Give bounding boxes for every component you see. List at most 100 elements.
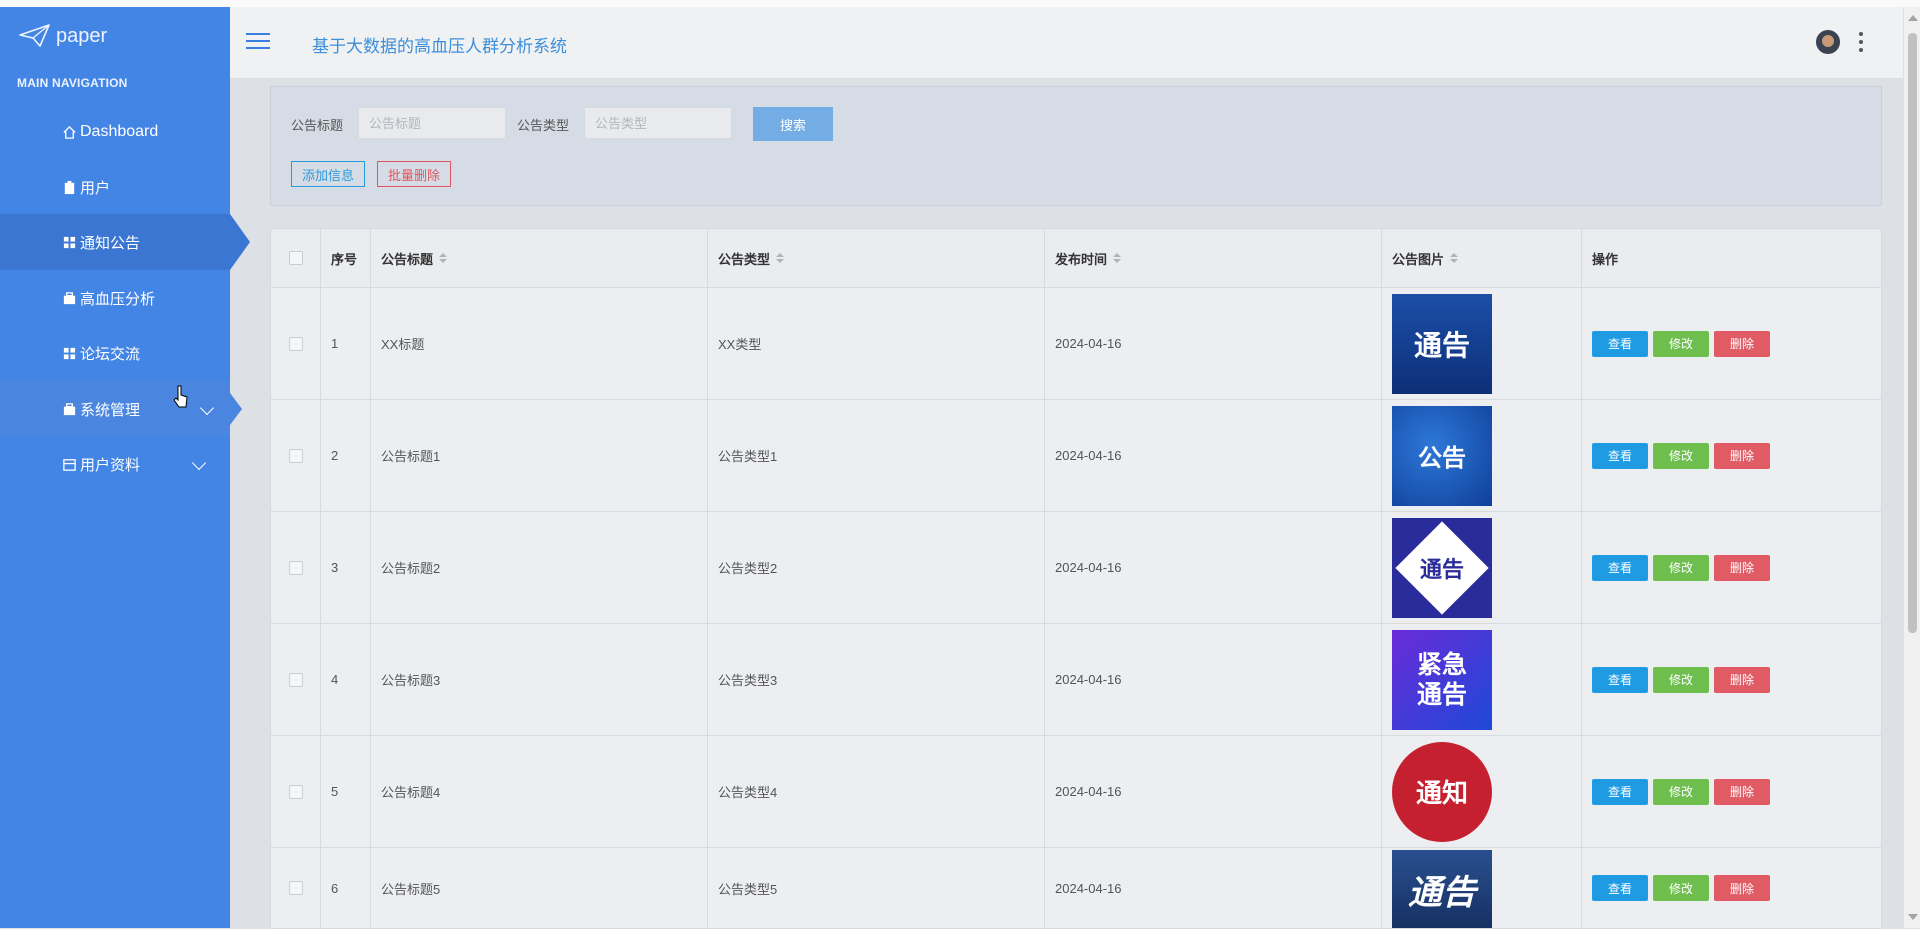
type-filter-input[interactable]: [584, 107, 732, 139]
row-image-cell: 公告: [1382, 400, 1582, 511]
brand-name: paper: [56, 24, 108, 47]
edit-button[interactable]: 修改: [1653, 875, 1709, 901]
search-button[interactable]: 搜索: [753, 107, 833, 141]
edit-button[interactable]: 修改: [1653, 442, 1709, 469]
row-select-cell: [271, 848, 321, 928]
delete-button[interactable]: 删除: [1714, 666, 1770, 693]
row-checkbox[interactable]: [288, 672, 303, 687]
notice-table: 序号 公告标题 公告类型 发布时间 公告图片 操作 1 XX标题 XX类型 20…: [270, 228, 1882, 929]
sidebar: paper MAIN NAVIGATION Dashboard 用户 通知公告 …: [0, 7, 250, 928]
search-panel: 公告标题 公告类型 搜索 添加信息 批量删除: [270, 86, 1882, 206]
row-checkbox[interactable]: [288, 448, 303, 463]
grid-icon: [63, 347, 76, 359]
batch-delete-button[interactable]: 批量删除: [377, 161, 452, 187]
column-header-type[interactable]: 公告类型: [708, 229, 1045, 287]
title-filter-input[interactable]: [358, 107, 506, 139]
view-button[interactable]: 查看: [1592, 778, 1648, 805]
row-title: 公告标题3: [371, 624, 708, 735]
delete-button[interactable]: 删除: [1714, 778, 1770, 805]
row-checkbox[interactable]: [288, 336, 303, 351]
notice-image[interactable]: 通告: [1392, 850, 1492, 928]
brand-logo[interactable]: paper: [18, 23, 107, 49]
row-type: 公告类型5: [708, 848, 1045, 928]
row-actions: 查看 修改 删除: [1582, 624, 1881, 735]
sidebar-item-system-management[interactable]: 系统管理: [0, 381, 242, 437]
avatar[interactable]: [1816, 30, 1840, 54]
view-button[interactable]: 查看: [1592, 442, 1648, 469]
row-type: 公告类型1: [708, 400, 1045, 511]
delete-button[interactable]: 删除: [1714, 554, 1770, 581]
select-all-checkbox[interactable]: [288, 251, 303, 265]
edit-button[interactable]: 修改: [1653, 554, 1709, 581]
row-index: 4: [321, 624, 371, 735]
row-date: 2024-04-16: [1045, 288, 1382, 399]
row-date: 2024-04-16: [1045, 400, 1382, 511]
row-checkbox[interactable]: [288, 784, 303, 799]
delete-button[interactable]: 删除: [1714, 442, 1770, 469]
row-actions: 查看 修改 删除: [1582, 736, 1881, 847]
view-button[interactable]: 查看: [1592, 666, 1648, 693]
row-checkbox[interactable]: [288, 881, 303, 895]
grid-icon: [63, 236, 76, 248]
row-title: 公告标题2: [371, 512, 708, 623]
more-options-icon[interactable]: [1858, 32, 1864, 52]
row-actions: 查看 修改 删除: [1582, 288, 1881, 399]
scrollbar-thumb[interactable]: [1908, 33, 1917, 633]
column-header-title[interactable]: 公告标题: [371, 229, 708, 287]
chevron-down-icon: [199, 400, 215, 416]
column-header-index: 序号: [321, 229, 371, 287]
sidebar-item-dashboard[interactable]: Dashboard: [0, 104, 230, 160]
sidebar-item-user-profile[interactable]: 用户资料: [0, 436, 230, 492]
column-header-label: 公告标题: [381, 251, 434, 267]
row-index: 5: [321, 736, 371, 847]
row-title: 公告标题5: [371, 848, 708, 928]
edit-button[interactable]: 修改: [1653, 666, 1709, 693]
menu-toggle-icon[interactable]: [246, 33, 270, 51]
table-row: 1 XX标题 XX类型 2024-04-16 通告 查看 修改 删除: [271, 288, 1881, 400]
top-header: 基于大数据的高血压人群分析系统: [230, 7, 1903, 79]
briefcase-icon: [63, 402, 76, 415]
view-button[interactable]: 查看: [1592, 330, 1648, 357]
row-type: 公告类型3: [708, 624, 1045, 735]
table-header-row: 序号 公告标题 公告类型 发布时间 公告图片 操作: [271, 229, 1881, 288]
table-row: 2 公告标题1 公告类型1 2024-04-16 公告 查看 修改 删除: [271, 400, 1881, 512]
sidebar-item-forum[interactable]: 论坛交流: [0, 325, 230, 381]
row-image-cell: 紧急通告: [1382, 624, 1582, 735]
sort-icon[interactable]: [1450, 253, 1459, 263]
sidebar-item-hypertension-analysis[interactable]: 高血压分析: [0, 270, 230, 326]
scroll-up-icon[interactable]: [1908, 15, 1918, 21]
notice-image[interactable]: 通知: [1392, 741, 1492, 842]
row-date: 2024-04-16: [1045, 512, 1382, 623]
notice-image-frame[interactable]: 通告: [1392, 517, 1492, 618]
sidebar-item-label: 用户: [80, 179, 111, 197]
mouse-pointer-icon: [173, 385, 188, 408]
delete-button[interactable]: 删除: [1714, 875, 1770, 901]
notice-image: 通告: [1419, 556, 1464, 582]
column-header-date[interactable]: 发布时间: [1045, 229, 1382, 287]
sidebar-item-label: 系统管理: [80, 401, 141, 419]
table-row: 3 公告标题2 公告类型2 2024-04-16 通告 查看 修改 删除: [271, 512, 1881, 624]
notice-image[interactable]: 紧急通告: [1392, 629, 1492, 730]
row-checkbox[interactable]: [288, 560, 303, 575]
delete-button[interactable]: 删除: [1714, 330, 1770, 357]
view-button[interactable]: 查看: [1592, 875, 1648, 901]
vertical-scrollbar[interactable]: [1903, 7, 1920, 928]
edit-button[interactable]: 修改: [1653, 330, 1709, 357]
scroll-down-icon[interactable]: [1908, 914, 1918, 920]
row-title: XX标题: [371, 288, 708, 399]
sort-icon[interactable]: [1113, 253, 1122, 263]
view-button[interactable]: 查看: [1592, 554, 1648, 581]
notice-image[interactable]: 公告: [1392, 405, 1492, 506]
sort-icon[interactable]: [439, 253, 448, 263]
row-actions: 查看 修改 删除: [1582, 512, 1881, 623]
sidebar-item-users[interactable]: 用户: [0, 159, 230, 215]
row-index: 1: [321, 288, 371, 399]
notice-image[interactable]: 通告: [1392, 293, 1492, 394]
sidebar-item-notices[interactable]: 通知公告: [0, 214, 250, 270]
add-info-button[interactable]: 添加信息: [291, 161, 366, 187]
paper-plane-icon: [19, 24, 50, 47]
sort-icon[interactable]: [776, 253, 785, 263]
table-row: 6 公告标题5 公告类型5 2024-04-16 通告 查看 修改 删除: [271, 848, 1881, 928]
column-header-image[interactable]: 公告图片: [1382, 229, 1582, 287]
edit-button[interactable]: 修改: [1653, 778, 1709, 805]
